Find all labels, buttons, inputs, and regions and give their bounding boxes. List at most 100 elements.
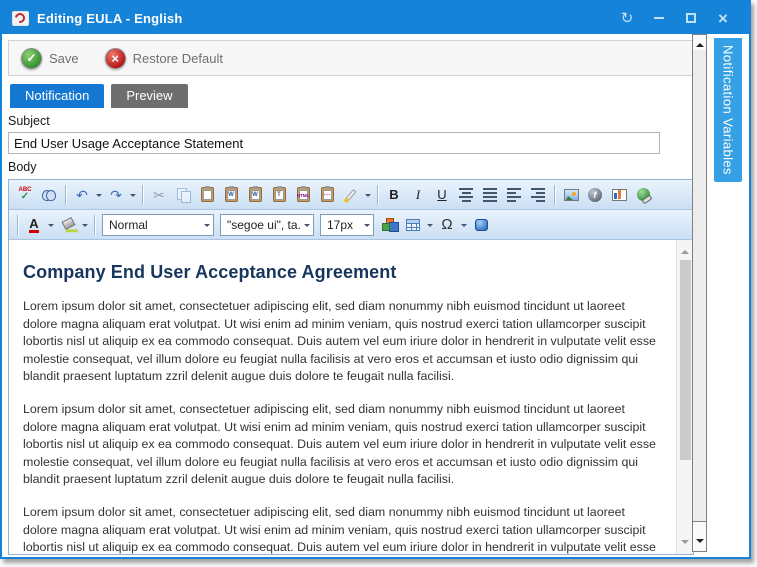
- screen: Editing EULA - English ↻ × ✓ Save × Rest…: [0, 0, 757, 567]
- restore-default-label: Restore Default: [133, 51, 223, 66]
- document-paragraph: Lorem ipsum dolor sit amet, consectetuer…: [23, 504, 657, 554]
- media-icon: [612, 189, 627, 201]
- window-title: Editing EULA - English: [37, 11, 182, 26]
- panel-scroll-down-icon[interactable]: [696, 539, 704, 547]
- editor-toolbar-row1: ABC✓ ↶ ↷ ✂ W W T HTML ⋯: [9, 180, 693, 210]
- editor-scrollbar-thumb[interactable]: [680, 260, 691, 460]
- maximize-button[interactable]: [683, 10, 699, 26]
- hyperlink-manager-button[interactable]: [632, 184, 654, 206]
- undo-icon: ↶: [76, 188, 88, 202]
- editor-scrollbar[interactable]: [676, 240, 693, 554]
- bold-icon: B: [389, 188, 398, 201]
- dialog-window: Editing EULA - English ↻ × ✓ Save × Rest…: [0, 0, 751, 559]
- background-color-dropdown[interactable]: [80, 214, 90, 236]
- restore-default-button[interactable]: × Restore Default: [105, 48, 223, 69]
- format-stripper-dropdown[interactable]: [363, 184, 373, 206]
- panel-scrollbar-thumb[interactable]: [693, 50, 706, 522]
- notification-variables-tab[interactable]: Notification Variables: [714, 38, 742, 182]
- scissors-icon: ✂: [153, 188, 165, 202]
- panel-scrollbar[interactable]: [692, 34, 707, 552]
- font-size-value: 17px: [327, 218, 360, 232]
- font-color-dropdown[interactable]: [46, 214, 56, 236]
- paste-word-clean-icon: W: [249, 187, 262, 202]
- paste-button[interactable]: [196, 184, 218, 206]
- module-manager-button[interactable]: [470, 214, 492, 236]
- main-panel: ✓ Save × Restore Default Notification Pr…: [8, 40, 694, 555]
- insert-table-dropdown[interactable]: [425, 214, 435, 236]
- justify-icon: [483, 188, 497, 202]
- paste-text-icon: T: [273, 187, 286, 202]
- paste-html-icon: HTML: [297, 187, 310, 202]
- insert-snippet-button[interactable]: [378, 214, 400, 236]
- scroll-down-icon[interactable]: [681, 540, 689, 548]
- rich-text-editor: ABC✓ ↶ ↷ ✂ W W T HTML ⋯: [8, 179, 694, 555]
- align-center-button[interactable]: [455, 184, 477, 206]
- justify-button[interactable]: [479, 184, 501, 206]
- save-check-icon: ✓: [21, 48, 42, 69]
- restore-x-icon: ×: [105, 48, 126, 69]
- redo-button[interactable]: ↷: [105, 184, 127, 206]
- paragraph-style-value: Normal: [109, 218, 200, 232]
- cut-button[interactable]: ✂: [148, 184, 170, 206]
- insert-symbol-dropdown[interactable]: [459, 214, 469, 236]
- paste-html-button[interactable]: HTML: [292, 184, 314, 206]
- table-icon: [406, 219, 420, 231]
- minimize-button[interactable]: [651, 10, 667, 26]
- tab-preview[interactable]: Preview: [111, 84, 187, 108]
- document-heading: Company End User Acceptance Agreement: [23, 262, 657, 283]
- insert-table-button[interactable]: [402, 214, 424, 236]
- redo-dropdown[interactable]: [128, 184, 138, 206]
- toolbar-separator: [17, 215, 18, 235]
- align-left-button[interactable]: [503, 184, 525, 206]
- panel-scroll-up-icon[interactable]: [696, 39, 704, 47]
- omega-icon: Ω: [441, 217, 452, 232]
- flash-manager-button[interactable]: f: [584, 184, 606, 206]
- underline-button[interactable]: U: [431, 184, 453, 206]
- app-logo-icon: [12, 11, 29, 26]
- toolbar-separator: [94, 215, 95, 235]
- undo-button[interactable]: ↶: [71, 184, 93, 206]
- copy-button[interactable]: [172, 184, 194, 206]
- font-size-select[interactable]: 17px: [320, 214, 374, 236]
- paste-word-cleanup-button[interactable]: W: [244, 184, 266, 206]
- paste-special-button[interactable]: ⋯: [316, 184, 338, 206]
- refresh-button[interactable]: ↻: [619, 10, 635, 26]
- subject-input[interactable]: [8, 132, 660, 154]
- tab-notification[interactable]: Notification: [10, 84, 104, 108]
- paste-from-word-button[interactable]: W: [220, 184, 242, 206]
- bold-button[interactable]: B: [383, 184, 405, 206]
- spellcheck-button[interactable]: ABC✓: [14, 184, 36, 206]
- align-center-icon: [459, 188, 473, 202]
- save-button[interactable]: ✓ Save: [21, 48, 79, 69]
- italic-button[interactable]: I: [407, 184, 429, 206]
- format-stripper-button[interactable]: [340, 184, 362, 206]
- titlebar: Editing EULA - English ↻ ×: [2, 2, 749, 34]
- maximize-icon: [686, 13, 696, 23]
- undo-dropdown[interactable]: [94, 184, 104, 206]
- align-right-button[interactable]: [527, 184, 549, 206]
- binoculars-icon: [42, 190, 56, 199]
- scroll-up-icon[interactable]: [681, 246, 689, 254]
- find-replace-button[interactable]: [38, 184, 60, 206]
- underline-icon: U: [437, 188, 446, 201]
- font-color-button[interactable]: A: [23, 214, 45, 236]
- image-manager-button[interactable]: [560, 184, 582, 206]
- media-manager-button[interactable]: [608, 184, 630, 206]
- close-button[interactable]: ×: [715, 10, 731, 26]
- align-right-icon: [531, 188, 545, 202]
- module-icon: [475, 219, 488, 231]
- save-label: Save: [49, 51, 79, 66]
- toolbar-separator: [142, 185, 143, 205]
- paste-plain-text-button[interactable]: T: [268, 184, 290, 206]
- background-color-button[interactable]: [57, 214, 79, 236]
- paragraph-style-select[interactable]: Normal: [102, 214, 214, 236]
- paste-special-icon: ⋯: [321, 187, 334, 202]
- font-name-value: "segoe ui", ta...: [227, 218, 300, 232]
- insert-symbol-button[interactable]: Ω: [436, 214, 458, 236]
- editor-content[interactable]: Company End User Acceptance Agreement Lo…: [9, 240, 693, 554]
- toolbar-separator: [65, 185, 66, 205]
- body-label: Body: [8, 160, 694, 176]
- toolbar-separator: [377, 185, 378, 205]
- document-paragraph: Lorem ipsum dolor sit amet, consectetuer…: [23, 298, 657, 386]
- font-name-select[interactable]: "segoe ui", ta...: [220, 214, 314, 236]
